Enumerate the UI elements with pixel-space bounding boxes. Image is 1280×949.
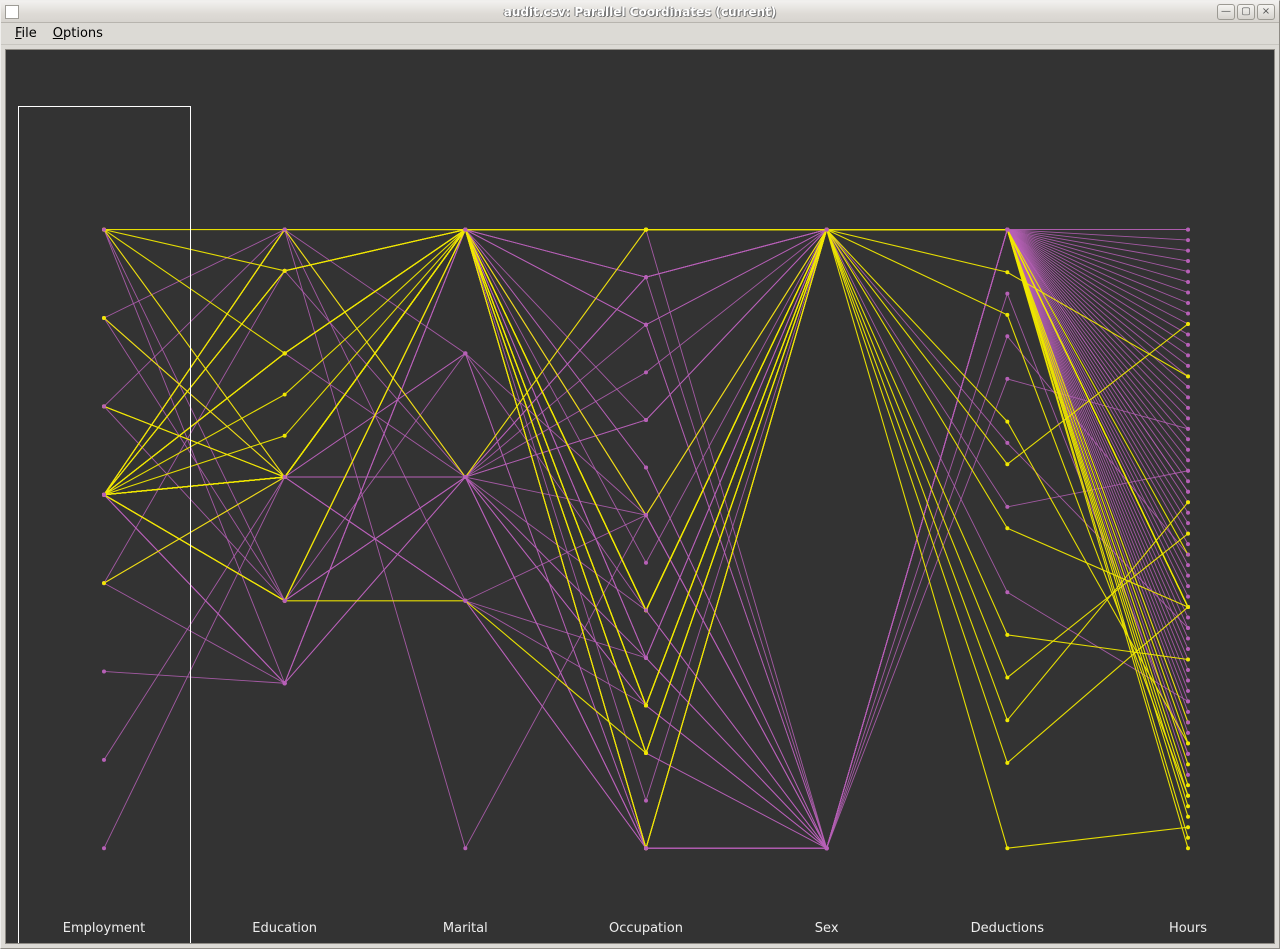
close-button[interactable]: × xyxy=(1257,4,1275,20)
titlebar[interactable]: audit.csv: Parallel Coordinates (current… xyxy=(1,1,1279,23)
menu-file[interactable]: File xyxy=(7,24,45,43)
app-icon xyxy=(5,5,19,19)
menu-file-tail: ile xyxy=(22,26,37,41)
maximize-button[interactable]: ▢ xyxy=(1237,4,1255,20)
menu-options[interactable]: Options xyxy=(45,24,111,43)
minimize-button[interactable]: — xyxy=(1217,4,1235,20)
window-title: audit.csv: Parallel Coordinates (current… xyxy=(1,5,1279,19)
plot-frame: EmploymentEducationMaritalOccupationSexD… xyxy=(5,49,1275,944)
pc-svg xyxy=(6,50,1274,943)
menu-options-tail: ptions xyxy=(63,26,103,41)
window-buttons: — ▢ × xyxy=(1217,4,1275,20)
parallel-coordinates-plot[interactable]: EmploymentEducationMaritalOccupationSexD… xyxy=(6,50,1274,943)
menubar: File Options xyxy=(1,23,1279,45)
window-frame: audit.csv: Parallel Coordinates (current… xyxy=(0,0,1280,949)
